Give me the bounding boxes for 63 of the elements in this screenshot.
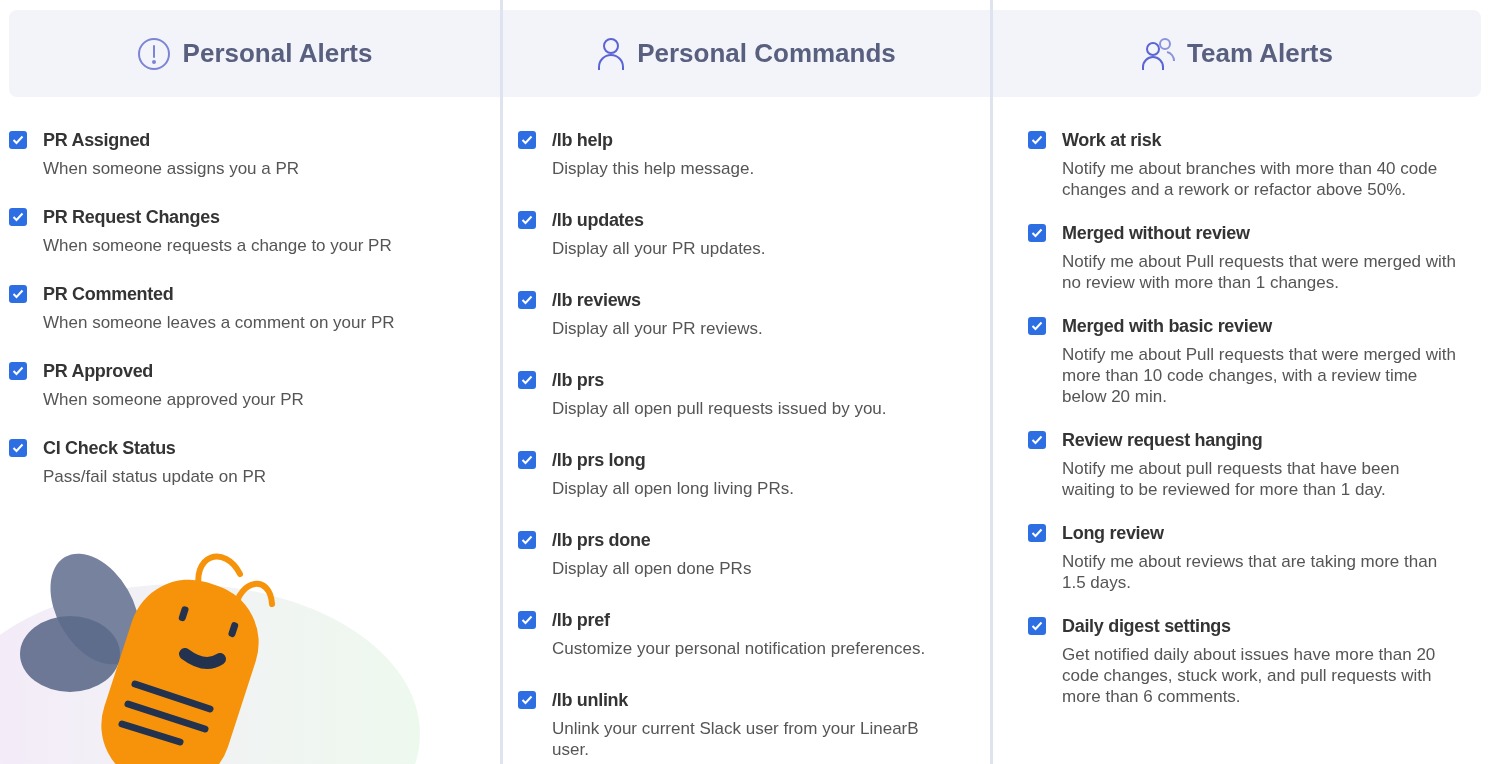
option-title: Daily digest settings	[1062, 615, 1232, 638]
option-title: Merged with basic review	[1062, 315, 1274, 338]
checkbox[interactable]	[1028, 431, 1046, 449]
option-title: /lb prs long	[552, 449, 647, 472]
checkbox[interactable]	[518, 371, 536, 389]
checkbox[interactable]	[518, 131, 536, 149]
checkbox[interactable]	[518, 611, 536, 629]
checkbox[interactable]	[518, 691, 536, 709]
option-title: /lb updates	[552, 209, 645, 232]
checkbox[interactable]	[9, 285, 27, 303]
team-icon	[1141, 36, 1175, 71]
option-title: CI Check Status	[43, 437, 177, 460]
checkbox[interactable]	[9, 208, 27, 226]
option-description: Display all your PR updates.	[552, 238, 767, 259]
option-description: Customize your personal notification preferences.	[552, 638, 927, 659]
option-description: Unlink your current Slack user from your LinearB user.	[552, 718, 920, 760]
checkbox[interactable]	[9, 439, 27, 457]
option-description: Notify me about branches with more than 40 code changes and a rework or refactor above 50%.	[1062, 158, 1439, 200]
option-description: Pass/fail status update on PR	[43, 466, 268, 487]
option-description: When someone approved your PR	[43, 389, 305, 410]
option-description: Notify me about Pull requests that were merged with more than 10 code changes, with a review time below 20 min.	[1062, 344, 1457, 407]
option-title: /lb prs	[552, 369, 605, 392]
checkbox[interactable]	[518, 211, 536, 229]
option-description: Display all open long living PRs.	[552, 478, 795, 499]
option-description: Notify me about pull requests that have been waiting to be reviewed for more than 1 day.	[1062, 458, 1401, 500]
option-title: Work at risk	[1062, 129, 1163, 152]
option-title: /lb help	[552, 129, 614, 152]
checkbox[interactable]	[1028, 617, 1046, 635]
option-title: PR Commented	[43, 283, 175, 306]
checkbox[interactable]	[1028, 131, 1046, 149]
column-title: Personal Commands	[637, 37, 896, 70]
option-title: /lb reviews	[552, 289, 642, 312]
option-description: Display all your PR reviews.	[552, 318, 764, 339]
option-description: Display this help message.	[552, 158, 756, 179]
option-description: Display all open done PRs	[552, 558, 753, 579]
option-title: PR Assigned	[43, 129, 152, 152]
option-title: Long review	[1062, 522, 1165, 545]
option-title: /lb unlink	[552, 689, 629, 712]
option-title: Merged without review	[1062, 222, 1251, 245]
option-description: Get notified daily about issues have more than 20 code changes, stuck work, and pull requests with more than 6 comments.	[1062, 644, 1437, 707]
option-description: Notify me about reviews that are taking more than 1.5 days.	[1062, 551, 1439, 593]
checkbox[interactable]	[518, 531, 536, 549]
checkbox[interactable]	[518, 451, 536, 469]
alert-icon	[136, 36, 171, 71]
option-title: /lb pref	[552, 609, 611, 632]
column-title: Team Alerts	[1187, 37, 1333, 70]
checkbox[interactable]	[518, 291, 536, 309]
option-description: When someone leaves a comment on your PR	[43, 312, 396, 333]
checkbox[interactable]	[1028, 224, 1046, 242]
checkbox[interactable]	[9, 362, 27, 380]
option-title: PR Approved	[43, 360, 155, 383]
checkbox[interactable]	[1028, 524, 1046, 542]
option-description: When someone requests a change to your PR	[43, 235, 393, 256]
option-description: Display all open pull requests issued by you.	[552, 398, 888, 419]
user-icon	[597, 36, 626, 71]
column-title: Personal Alerts	[182, 37, 373, 70]
option-title: /lb prs done	[552, 529, 652, 552]
option-title: PR Request Changes	[43, 206, 221, 229]
checkbox[interactable]	[9, 131, 27, 149]
checkbox[interactable]	[1028, 317, 1046, 335]
option-description: When someone assigns you a PR	[43, 158, 301, 179]
option-title: Review request hanging	[1062, 429, 1264, 452]
option-description: Notify me about Pull requests that were merged with no review with more than 1 changes.	[1062, 251, 1457, 293]
